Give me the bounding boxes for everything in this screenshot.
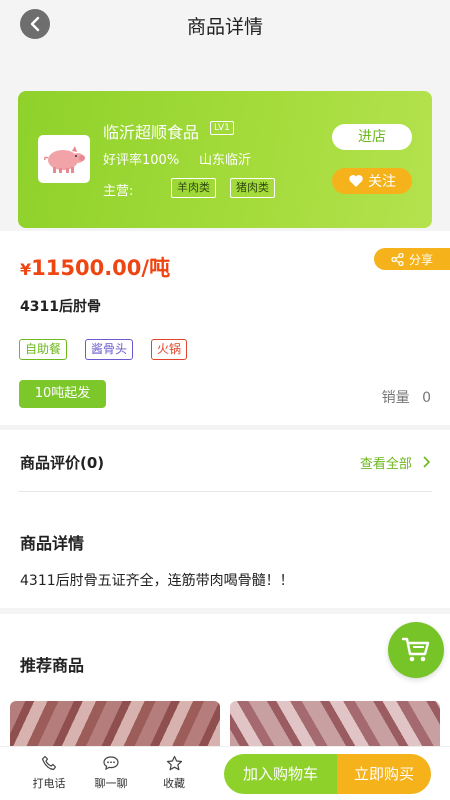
star-icon <box>166 755 182 770</box>
main-category-label: 主营: <box>103 184 134 199</box>
page-title: 商品详情 <box>186 16 263 38</box>
chevron-right-icon <box>423 456 431 468</box>
share-button[interactable]: 分享 <box>374 248 450 270</box>
call-label: 打电话 <box>32 777 66 790</box>
cart-icon <box>401 637 430 662</box>
review-section: 商品评价(0) 查看全部 商品详情 4311后肘骨五证齐全，连筋带肉喝骨髓！！ <box>0 430 450 608</box>
share-label: 分享 <box>408 252 433 267</box>
product-name: 4311后肘骨 <box>20 299 101 315</box>
chat-icon <box>103 756 119 771</box>
follow-label: 关注 <box>368 174 396 190</box>
favorite-label: 收藏 <box>163 777 185 790</box>
follow-button[interactable]: 关注 <box>332 168 412 194</box>
recommend-title: 推荐商品 <box>20 656 85 675</box>
enter-store-button[interactable]: 进店 <box>332 124 412 150</box>
buy-now-button[interactable]: 立即购买 <box>337 754 431 794</box>
product-tag: 火锅 <box>151 339 188 360</box>
min-order-badge: 10吨起发 <box>19 380 106 408</box>
divider <box>18 491 432 492</box>
category-tag: 羊肉类 <box>171 178 216 198</box>
store-card[interactable]: 临沂超顺食品 LV1 好评率100% 山东临沂 主营: 羊肉类 猪肉类 进店 关… <box>18 91 432 228</box>
phone-icon <box>41 755 57 771</box>
share-icon <box>391 252 404 266</box>
pig-icon <box>44 146 85 173</box>
store-logo <box>38 135 90 183</box>
chat-button[interactable]: 聊一聊 <box>86 753 136 791</box>
cart-fab[interactable] <box>388 622 444 678</box>
product-price: ¥11500.00/吨 <box>20 252 170 282</box>
store-level-badge: LV1 <box>210 121 234 135</box>
sales-label: 销量 <box>381 390 410 406</box>
add-to-cart-button[interactable]: 加入购物车 <box>224 754 337 794</box>
detail-title: 商品详情 <box>20 534 85 553</box>
store-name: 临沂超顺食品 <box>103 123 200 142</box>
favorite-button[interactable]: 收藏 <box>149 753 199 791</box>
store-location: 山东临沂 <box>199 153 252 168</box>
bottom-bar: 打电话 聊一聊 收藏 加入购物车 立即购买 <box>0 746 450 800</box>
sales-value: 0 <box>422 390 431 406</box>
chat-label: 聊一聊 <box>94 777 128 790</box>
store-rating: 好评率100% <box>103 153 180 168</box>
currency-symbol: ¥ <box>20 260 32 279</box>
product-tag: 酱骨头 <box>85 339 134 360</box>
heart-icon <box>349 175 363 187</box>
call-button[interactable]: 打电话 <box>24 753 74 791</box>
category-tag: 猪肉类 <box>230 178 275 198</box>
product-info: ¥11500.00/吨 分享 4311后肘骨 自助餐 酱骨头 火锅 10吨起发 … <box>0 231 450 425</box>
detail-description: 4311后肘骨五证齐全，连筋带肉喝骨髓！！ <box>20 573 294 589</box>
review-title: 商品评价(0) <box>20 454 105 472</box>
view-all-reviews-link[interactable]: 查看全部 <box>359 453 431 472</box>
header: 商品详情 <box>0 0 450 48</box>
product-tag: 自助餐 <box>19 339 68 360</box>
sales-count: 销量 0 <box>382 387 431 407</box>
view-all-label: 查看全部 <box>359 457 412 472</box>
price-value: 11500.00/吨 <box>31 256 171 280</box>
